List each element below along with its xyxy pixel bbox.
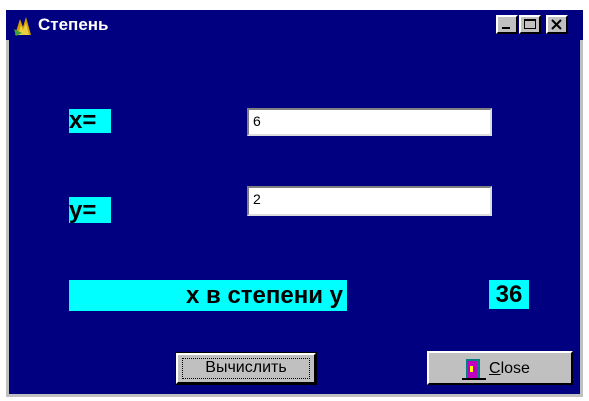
close-label-rest: lose <box>500 360 530 377</box>
minimize-icon <box>502 27 510 29</box>
close-button-label: Close <box>489 360 530 378</box>
calculate-button[interactable]: Вычислить <box>175 352 317 385</box>
focus-rectangle <box>182 358 310 379</box>
close-icon <box>551 19 562 30</box>
x-label: x= <box>69 109 111 133</box>
door-exit-icon <box>462 359 486 380</box>
x-input[interactable]: 6 <box>247 108 492 136</box>
close-accelerator: C <box>489 360 501 377</box>
maximize-button[interactable] <box>519 15 541 34</box>
main-window: Степень x= 6 y= 2 x в степени y 36 Вычис… <box>6 10 583 397</box>
maximize-icon <box>524 19 536 29</box>
y-label: y= <box>69 197 111 224</box>
y-input[interactable]: 2 <box>247 186 492 216</box>
close-window-button[interactable] <box>546 15 568 34</box>
minimize-button[interactable] <box>496 15 518 34</box>
result-label: x в степени y <box>69 280 347 311</box>
title-bar[interactable]: Степень <box>6 10 583 40</box>
x-value: 6 <box>253 113 261 129</box>
window-title: Степень <box>38 15 109 34</box>
close-button[interactable]: Close <box>427 351 573 385</box>
y-value: 2 <box>253 191 261 207</box>
result-value: 36 <box>489 280 529 309</box>
client-area: x= 6 y= 2 x в степени y 36 Вычислить Clo… <box>9 40 580 394</box>
app-flame-icon <box>14 17 31 36</box>
